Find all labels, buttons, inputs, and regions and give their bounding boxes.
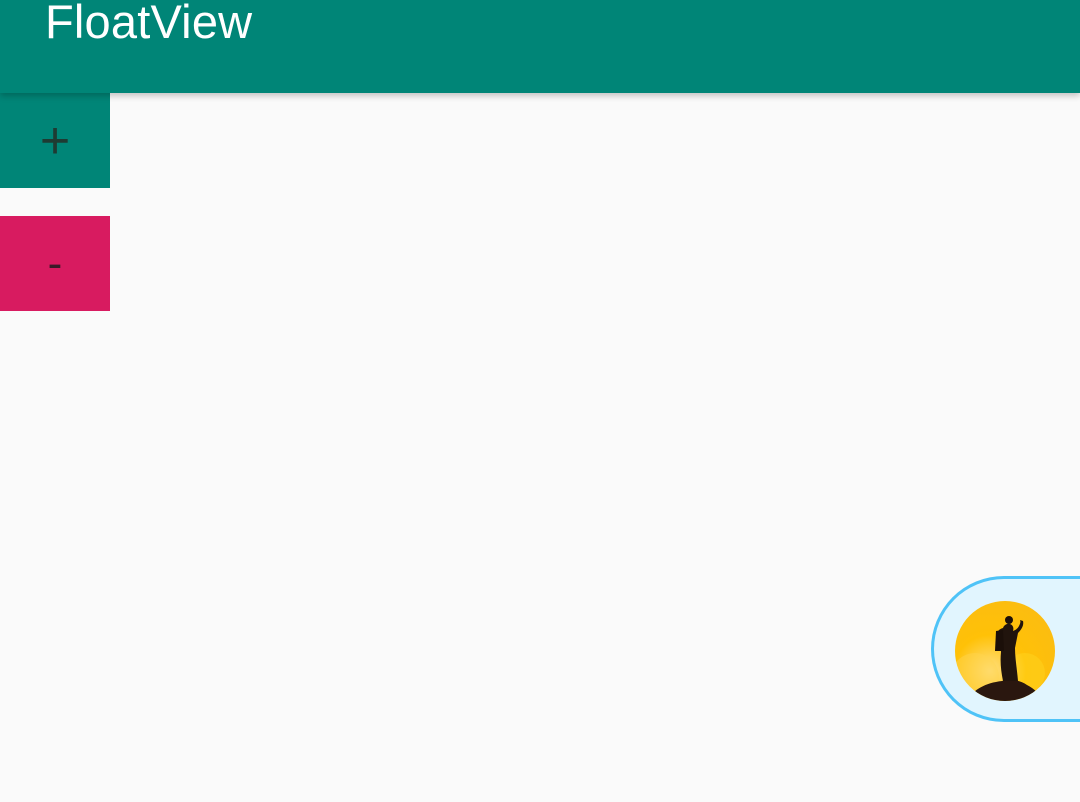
- hiker-avatar-icon: [955, 601, 1055, 701]
- app-toolbar: FloatView: [0, 0, 1080, 93]
- app-screen: FloatView + -: [0, 0, 1080, 802]
- avatar[interactable]: [955, 601, 1055, 701]
- remove-button[interactable]: -: [0, 216, 110, 311]
- toolbar-title: FloatView: [45, 0, 253, 48]
- add-button[interactable]: +: [0, 93, 110, 188]
